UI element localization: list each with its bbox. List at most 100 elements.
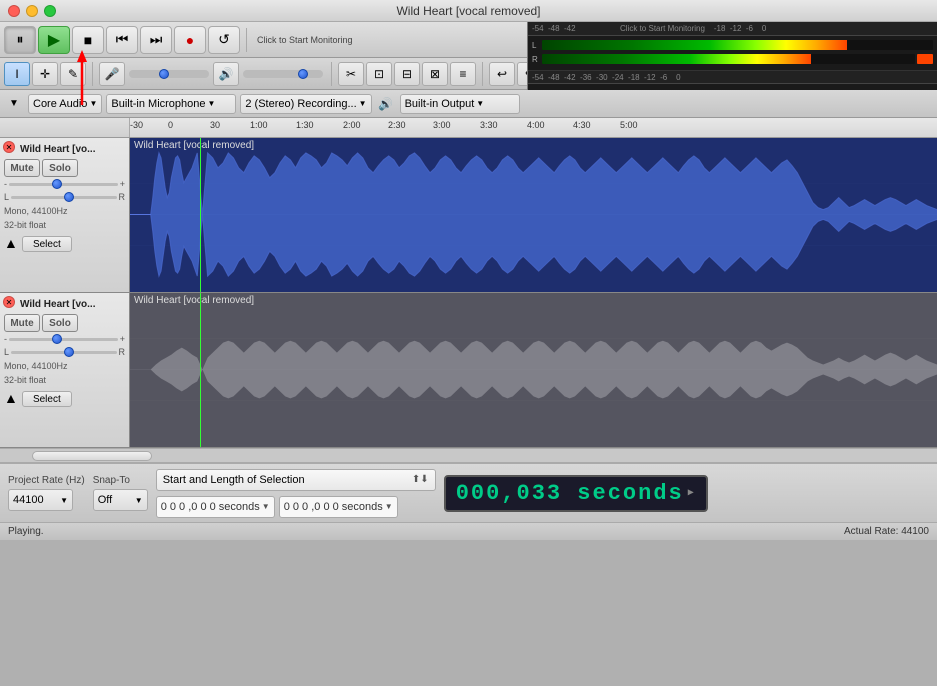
meter-r-fill: [542, 54, 811, 64]
track-1-waveform-svg: [130, 138, 937, 292]
track-2-gain-slider[interactable]: [9, 338, 118, 341]
project-rate-dropdown[interactable]: 44100 ▼: [8, 489, 73, 511]
output-slider-thumb[interactable]: [298, 69, 308, 79]
monitoring-text: Click to Start Monitoring: [257, 35, 353, 45]
draw-icon: ✎: [68, 67, 78, 81]
track-2-pan-slider[interactable]: [11, 351, 116, 354]
project-rate-row: 44100 ▼: [8, 489, 85, 511]
silence-icon: ≡: [459, 67, 466, 81]
snap-off-label: Off: [98, 494, 112, 506]
audio-host-label: Core Audio: [33, 98, 87, 110]
time-field-1[interactable]: 0 0 0 ,0 0 0 seconds ▼: [156, 496, 275, 518]
track-1-playhead: [200, 138, 201, 292]
track-1-gain-minus: -: [4, 179, 7, 189]
h-scrollbar-thumb[interactable]: [32, 451, 152, 461]
track-1-select-button[interactable]: Select: [22, 236, 72, 252]
draw-tool-button[interactable]: ✎: [60, 62, 86, 86]
h-scrollbar[interactable]: [0, 448, 937, 462]
audio-host-dropdown[interactable]: Core Audio ▼: [28, 94, 102, 114]
track-1-pan-thumb[interactable]: [64, 192, 74, 202]
track-2-solo-button[interactable]: Solo: [42, 314, 78, 332]
track-2-pan-thumb[interactable]: [64, 347, 74, 357]
track-2-mute-button[interactable]: Mute: [4, 314, 40, 332]
record-icon: ●: [186, 32, 194, 48]
speaker-button[interactable]: 🔊: [213, 62, 239, 86]
output-slider[interactable]: [243, 70, 323, 78]
selection-type-label: Start and Length of Selection: [163, 474, 305, 486]
track-2-close-button[interactable]: ✕: [3, 296, 15, 308]
play-button[interactable]: ▶: [38, 26, 70, 54]
track-1-gain-thumb[interactable]: [52, 179, 62, 189]
counter-value: 000,033 seconds: [456, 481, 684, 506]
stop-button[interactable]: ■: [72, 26, 104, 54]
mic-button[interactable]: 🎤: [99, 62, 125, 86]
record-button[interactable]: ●: [174, 26, 206, 54]
track-1-pan-row: L R: [4, 192, 125, 202]
snap-to-dropdown[interactable]: Off ▼: [93, 489, 148, 511]
ruler-mark-3m: 3:00: [433, 120, 451, 130]
meter-area: -54 -48 -42 Click to Start Monitoring -1…: [527, 22, 937, 90]
ruler-mark-4m: 4:00: [527, 120, 545, 130]
track-1-waveform-title: Wild Heart [vocal removed]: [134, 140, 254, 151]
close-button[interactable]: [8, 5, 20, 17]
silence-button[interactable]: ≡: [450, 62, 476, 86]
forward-button[interactable]: ⏭: [140, 26, 172, 54]
input-slider-thumb[interactable]: [159, 69, 169, 79]
rewind-button[interactable]: ⏮: [106, 26, 138, 54]
audio-host-arrow: ▼: [89, 99, 97, 108]
forward-icon: ⏭: [150, 31, 163, 48]
track-1-gain-slider[interactable]: [9, 183, 118, 186]
paste-button[interactable]: ⊟: [394, 62, 420, 86]
ruler-mark-0: 0: [168, 120, 173, 130]
time-field-2[interactable]: 0 0 0 ,0 0 0 seconds ▼: [279, 496, 398, 518]
track-1-controls: ✕ Wild Heart [vo... Mute Solo - + L R: [0, 138, 130, 292]
statusbar: Playing. Actual Rate: 44100: [0, 522, 937, 540]
multi-tool-button[interactable]: ✛: [32, 62, 58, 86]
meter-scale: -54 -48 -42 Click to Start Monitoring -1…: [532, 24, 933, 33]
status-left: Playing.: [8, 526, 44, 537]
meter-r-bar: [542, 54, 915, 64]
track-2-waveform[interactable]: Wild Heart [vocal removed] 1.0 0.5 0.0 -…: [130, 293, 937, 447]
ruler-mark-4m30: 4:30: [573, 120, 591, 130]
track-1-pan-slider[interactable]: [11, 196, 116, 199]
snap-to-label: Snap-To: [93, 475, 148, 486]
copy-button[interactable]: ⊡: [366, 62, 392, 86]
track-2-info2: 32-bit float: [4, 375, 125, 385]
ruler-track-spacer: [0, 118, 130, 137]
loop-button[interactable]: ↺: [208, 26, 240, 54]
track-1: ✕ Wild Heart [vo... Mute Solo - + L R: [0, 138, 937, 293]
track-2-bottom-row: ▲ Select: [4, 389, 125, 407]
track-1-pan-l: L: [4, 192, 9, 202]
pause-icon: ⏸: [17, 31, 24, 48]
minimize-button[interactable]: [26, 5, 38, 17]
titlebar: Wild Heart [vocal removed]: [0, 0, 937, 22]
channels-dropdown[interactable]: 2 (Stereo) Recording... ▼: [240, 94, 371, 114]
input-device-dropdown[interactable]: Built-in Microphone ▼: [106, 94, 236, 114]
track-2-waveform-svg: [130, 293, 937, 447]
output-device-dropdown[interactable]: Built-in Output ▼: [400, 94, 520, 114]
input-slider[interactable]: [129, 70, 209, 78]
select-tool-button[interactable]: I: [4, 62, 30, 86]
track-1-gain-plus: +: [120, 179, 125, 189]
collapse-mixer-button[interactable]: ▼: [4, 94, 24, 114]
track-1-close-button[interactable]: ✕: [3, 141, 15, 153]
track-2-gain-thumb[interactable]: [52, 334, 62, 344]
snap-to-section: Snap-To Off ▼: [93, 475, 148, 511]
meter-r-row: R: [532, 53, 933, 65]
selection-type-dropdown[interactable]: Start and Length of Selection ⬆⬇: [156, 469, 436, 491]
select-icon: I: [15, 67, 18, 81]
track-1-mute-button[interactable]: Mute: [4, 159, 40, 177]
ruler-mark-1m: 1:00: [250, 120, 268, 130]
cut-button[interactable]: ✂: [338, 62, 364, 86]
track-2-collapse-icon[interactable]: ▲: [4, 390, 18, 406]
undo-button[interactable]: ↩: [489, 62, 515, 86]
output-device-label: Built-in Output: [405, 98, 475, 110]
track-1-solo-button[interactable]: Solo: [42, 159, 78, 177]
maximize-button[interactable]: [44, 5, 56, 17]
counter-arrow: ▶: [688, 487, 696, 499]
track-1-collapse-icon[interactable]: ▲: [4, 235, 18, 251]
track-2-select-button[interactable]: Select: [22, 391, 72, 407]
trim-button[interactable]: ⊠: [422, 62, 448, 86]
pause-button[interactable]: ⏸: [4, 26, 36, 54]
track-1-waveform[interactable]: Wild Heart [vocal removed] 1.0 0.5 0.0 -…: [130, 138, 937, 292]
